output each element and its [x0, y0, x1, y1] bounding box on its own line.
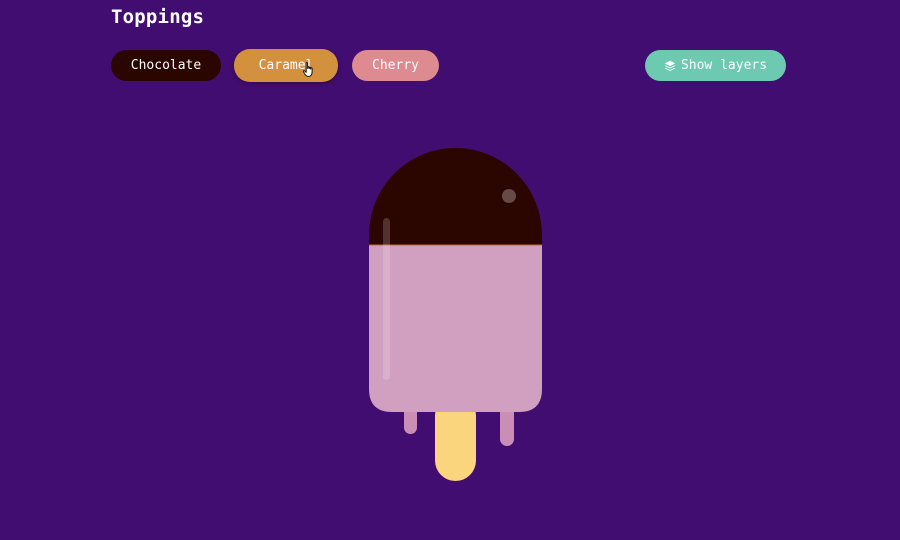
popsicle-highlight [383, 218, 390, 380]
popsicle-shine [502, 189, 516, 203]
page: Toppings Chocolate Caramel Cherry Show l… [0, 0, 900, 540]
ice-cream-body [369, 236, 542, 412]
popsicle-illustration [369, 148, 542, 481]
chocolate-topping [369, 148, 542, 245]
